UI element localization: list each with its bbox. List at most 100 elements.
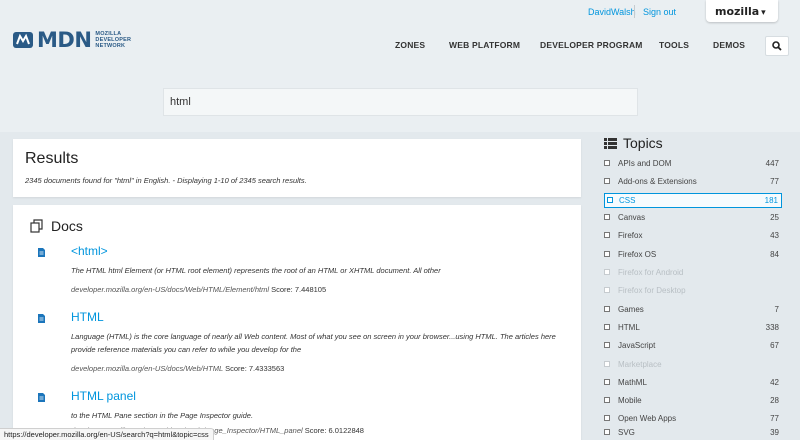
results-summary: 2345 documents found for "html" in Engli… xyxy=(25,176,307,185)
topic-filter-open-web-apps[interactable]: Open Web Apps 77 xyxy=(604,412,782,426)
results-title: Results xyxy=(25,150,79,167)
result-score: Score: 6.0122848 xyxy=(304,426,364,435)
document-icon xyxy=(38,393,45,402)
nav-demos[interactable]: DEMOS xyxy=(713,40,745,54)
results-card: Results 2345 documents found for "html" … xyxy=(13,139,581,197)
result-title-link[interactable]: HTML xyxy=(71,310,104,324)
mozilla-wordmark: mozilla xyxy=(715,5,760,18)
topic-filter-svg[interactable]: SVG 39 xyxy=(604,426,782,440)
nav-tools[interactable]: TOOLS xyxy=(659,40,689,54)
docs-heading: Docs xyxy=(30,218,83,234)
topic-name: Mobile xyxy=(618,396,642,405)
logo-subtitle: MOZILLA DEVELOPER NETWORK xyxy=(95,31,131,49)
topic-filter-canvas[interactable]: Canvas 25 xyxy=(604,211,782,225)
docs-card: Docs <html> The HTML html Element (or HT… xyxy=(13,205,581,440)
topic-count: 84 xyxy=(770,250,779,259)
topic-name: Firefox for Android xyxy=(618,268,684,277)
topic-name: Firefox for Desktop xyxy=(618,286,686,295)
topic-count: 39 xyxy=(770,428,779,437)
topic-name: Firefox OS xyxy=(618,250,657,259)
topic-name: Open Web Apps xyxy=(618,414,677,423)
result-title-link[interactable]: HTML panel xyxy=(71,389,136,403)
sign-out-link[interactable]: Sign out xyxy=(643,7,676,17)
topic-count: 42 xyxy=(770,378,779,387)
checkbox[interactable] xyxy=(604,415,610,421)
search-icon xyxy=(772,41,782,51)
checkbox[interactable] xyxy=(604,397,610,403)
topic-count: 25 xyxy=(770,213,779,222)
topic-name: Marketplace xyxy=(618,360,662,369)
topics-heading-label: Topics xyxy=(623,135,663,151)
user-bar: DavidWalsh Sign out xyxy=(0,0,800,24)
topic-filter-firefox-for-desktop: Firefox for Desktop xyxy=(604,284,782,298)
docs-heading-label: Docs xyxy=(51,218,83,234)
result-url-text: developer.mozilla.org/en-US/docs/Web/HTM… xyxy=(71,364,224,373)
result-url: developer.mozilla.org/en-US/docs/Web/HTM… xyxy=(71,285,326,294)
topic-name: Canvas xyxy=(618,213,646,222)
topic-count: 43 xyxy=(770,231,779,240)
checkbox[interactable] xyxy=(604,429,610,435)
nav-developer-program[interactable]: DEVELOPER PROGRAM xyxy=(540,40,643,54)
topic-filter-mathml[interactable]: MathML 42 xyxy=(604,376,782,390)
topic-filter-css[interactable]: CSS 181 xyxy=(604,193,782,208)
topic-count: 447 xyxy=(765,159,779,168)
mozilla-menu-tab[interactable]: mozilla ▾ xyxy=(706,0,778,22)
result-excerpt: Language (HTML) is the core language of … xyxy=(71,332,556,354)
checkbox[interactable] xyxy=(607,197,613,203)
document-icon xyxy=(38,314,45,323)
result-excerpt: to the HTML Pane section in the Page Ins… xyxy=(71,411,254,420)
topic-count: 67 xyxy=(770,341,779,350)
topic-filter-firefox-for-android: Firefox for Android xyxy=(604,266,782,280)
checkbox[interactable] xyxy=(604,214,610,220)
topic-name: APIs and DOM xyxy=(618,159,672,168)
topic-name: Add-ons & Extensions xyxy=(618,177,697,186)
checkbox[interactable] xyxy=(604,324,610,330)
result-excerpt: The HTML html Element (or HTML root elem… xyxy=(71,266,441,275)
topic-name: SVG xyxy=(618,428,635,437)
mdn-logo-icon xyxy=(13,32,33,48)
logo-wordmark: MDN xyxy=(37,28,92,52)
topic-name: CSS xyxy=(619,196,636,205)
search-input[interactable]: html xyxy=(163,88,638,116)
checkbox[interactable] xyxy=(604,306,610,312)
checkbox xyxy=(604,269,610,275)
result-title-link[interactable]: <html> xyxy=(71,244,108,258)
topic-filter-add-ons[interactable]: Add-ons & Extensions 77 xyxy=(604,175,782,189)
topic-count: 77 xyxy=(770,414,779,423)
header-search-button[interactable] xyxy=(765,36,789,56)
checkbox xyxy=(604,361,610,367)
logo-subtitle-line: NETWORK xyxy=(95,43,126,49)
topic-name: MathML xyxy=(618,378,647,387)
topic-filter-mobile[interactable]: Mobile 28 xyxy=(604,394,782,408)
topic-count: 181 xyxy=(764,196,778,205)
topic-count: 338 xyxy=(765,323,779,332)
checkbox[interactable] xyxy=(604,379,610,385)
result-score: Score: 7.448105 xyxy=(271,285,327,294)
topic-filter-firefox-os[interactable]: Firefox OS 84 xyxy=(604,248,782,262)
topic-filter-firefox[interactable]: Firefox 43 xyxy=(604,229,782,243)
documents-icon xyxy=(30,219,43,233)
topic-name: HTML xyxy=(618,323,640,332)
topic-filter-html[interactable]: HTML 338 xyxy=(604,321,782,335)
status-bar-url: https://developer.mozilla.org/en-US/sear… xyxy=(0,428,214,440)
topic-name: Firefox xyxy=(618,231,643,240)
result-score: Score: 7.4333563 xyxy=(225,364,285,373)
checkbox[interactable] xyxy=(604,232,610,238)
topics-heading: Topics xyxy=(604,135,663,151)
checkbox[interactable] xyxy=(604,178,610,184)
topic-name: Games xyxy=(618,305,644,314)
mdn-logo[interactable]: MDN MOZILLA DEVELOPER NETWORK xyxy=(12,28,131,52)
checkbox[interactable] xyxy=(604,251,610,257)
nav-zones[interactable]: ZONES xyxy=(395,40,425,54)
checkbox xyxy=(604,287,610,293)
nav-web-platform[interactable]: WEB PLATFORM xyxy=(449,40,520,54)
document-icon xyxy=(38,248,45,257)
chevron-down-icon: ▾ xyxy=(761,8,766,18)
topic-filter-games[interactable]: Games 7 xyxy=(604,303,782,317)
checkbox[interactable] xyxy=(604,160,610,166)
username-link[interactable]: DavidWalsh xyxy=(588,7,636,17)
topic-count: 7 xyxy=(774,305,779,314)
topic-filter-javascript[interactable]: JavaScript 67 xyxy=(604,339,782,353)
topic-filter-apis-and-dom[interactable]: APIs and DOM 447 xyxy=(604,157,782,171)
checkbox[interactable] xyxy=(604,342,610,348)
